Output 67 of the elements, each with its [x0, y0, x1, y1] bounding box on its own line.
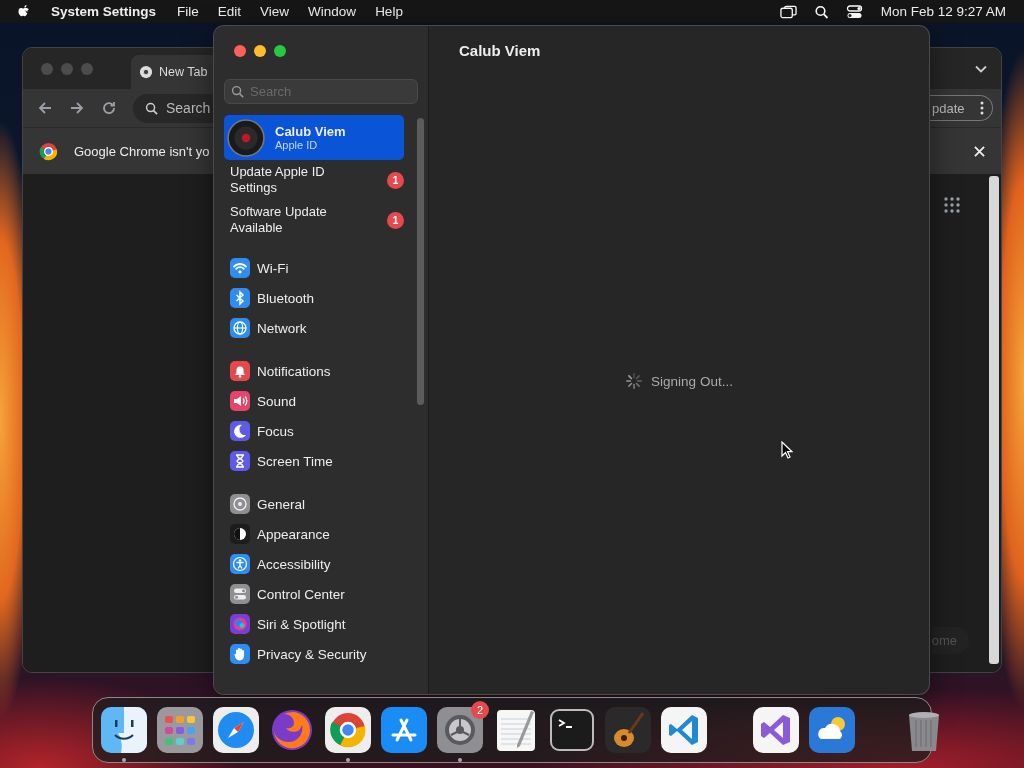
sidebar-item[interactable]: Accessibility: [224, 549, 404, 579]
menu-item[interactable]: Edit: [217, 4, 242, 19]
menu-item[interactable]: Help: [375, 4, 403, 19]
sidebar-item[interactable]: Control Center: [224, 579, 404, 609]
sidebar-item[interactable]: Sound: [224, 386, 404, 416]
sidebar-item[interactable]: Appearance: [224, 519, 404, 549]
cloud-sun-icon[interactable]: [809, 707, 855, 753]
avatar-icon: [227, 118, 265, 157]
guitar-icon[interactable]: [605, 707, 651, 753]
flame-globe-icon[interactable]: [269, 707, 315, 753]
notification-badge: 2: [471, 701, 489, 719]
sidebar-item[interactable]: Siri & Spotlight: [224, 609, 404, 639]
close-icon[interactable]: [974, 145, 985, 157]
ring-logo-icon: [39, 142, 58, 160]
sidebar-item[interactable]: Notifications: [224, 356, 404, 386]
face-icon[interactable]: [101, 707, 147, 753]
address-bar[interactable]: Search: [133, 93, 213, 123]
sidebar-item[interactable]: Wi-Fi: [224, 253, 404, 283]
account-subtitle: Apple ID: [275, 139, 319, 151]
notice-item[interactable]: Update Apple ID Settings: [230, 164, 350, 196]
bracket-ribbon-icon[interactable]: [661, 707, 707, 753]
infobar-message: Google Chrome isn't yo: [74, 143, 210, 159]
back-icon[interactable]: [37, 100, 53, 116]
compass-icon[interactable]: [213, 707, 259, 753]
app-grid-icon[interactable]: [944, 197, 960, 213]
control-center-icon[interactable]: [845, 4, 863, 19]
terminal-icon[interactable]: [549, 707, 595, 753]
browser-tab[interactable]: New Tab: [131, 55, 213, 89]
pointer-icon: [781, 441, 793, 459]
forward-icon[interactable]: [69, 100, 85, 116]
screen-mirroring-icon[interactable]: [779, 4, 797, 19]
status-message: Signing Out...: [651, 373, 733, 389]
menu-item[interactable]: Window: [308, 4, 357, 19]
search-icon: [231, 85, 244, 98]
scrollbar[interactable]: [417, 118, 424, 405]
sidebar-item[interactable]: Network: [224, 313, 404, 343]
account-name: Calub Viem: [275, 124, 346, 139]
menu-item[interactable]: File: [177, 4, 199, 19]
close-button[interactable]: [234, 45, 246, 57]
notification-badge: 1: [387, 211, 404, 229]
search-icon: [145, 101, 158, 115]
notice-item[interactable]: Software Update Available: [230, 204, 350, 236]
scrollbar[interactable]: [989, 176, 999, 664]
app-menu[interactable]: System Settings: [51, 4, 157, 19]
sidebar-item[interactable]: Privacy & Security: [224, 639, 404, 669]
ring-logo-icon: [139, 65, 153, 79]
a-shape-icon[interactable]: [381, 707, 427, 753]
sidebar-item[interactable]: Bluetooth: [224, 283, 404, 313]
notification-badge: 1: [387, 171, 404, 189]
zoom-button[interactable]: [274, 45, 286, 57]
menu-item[interactable]: View: [260, 4, 290, 19]
minimize-button[interactable]: [254, 45, 266, 57]
sidebar-item[interactable]: Screen Time: [224, 446, 404, 476]
apple-icon[interactable]: [18, 4, 31, 19]
sidebar-item[interactable]: Focus: [224, 416, 404, 446]
more-icon: [980, 101, 984, 115]
search-icon[interactable]: [812, 4, 830, 19]
chevron-down-icon[interactable]: [975, 64, 987, 73]
spinner-icon: [625, 372, 644, 390]
gear-icon[interactable]: [437, 707, 483, 753]
app-grid-icon[interactable]: [157, 707, 203, 753]
sidebar-item[interactable]: General: [224, 489, 404, 519]
account-item[interactable]: Calub Viem Apple ID: [224, 115, 404, 160]
menu-bar-clock[interactable]: Mon Feb 12 9:27 AM: [880, 4, 1006, 19]
ring-logo-icon[interactable]: [325, 707, 371, 753]
window-title: Calub Viem: [459, 42, 541, 59]
reload-icon[interactable]: [101, 100, 117, 116]
